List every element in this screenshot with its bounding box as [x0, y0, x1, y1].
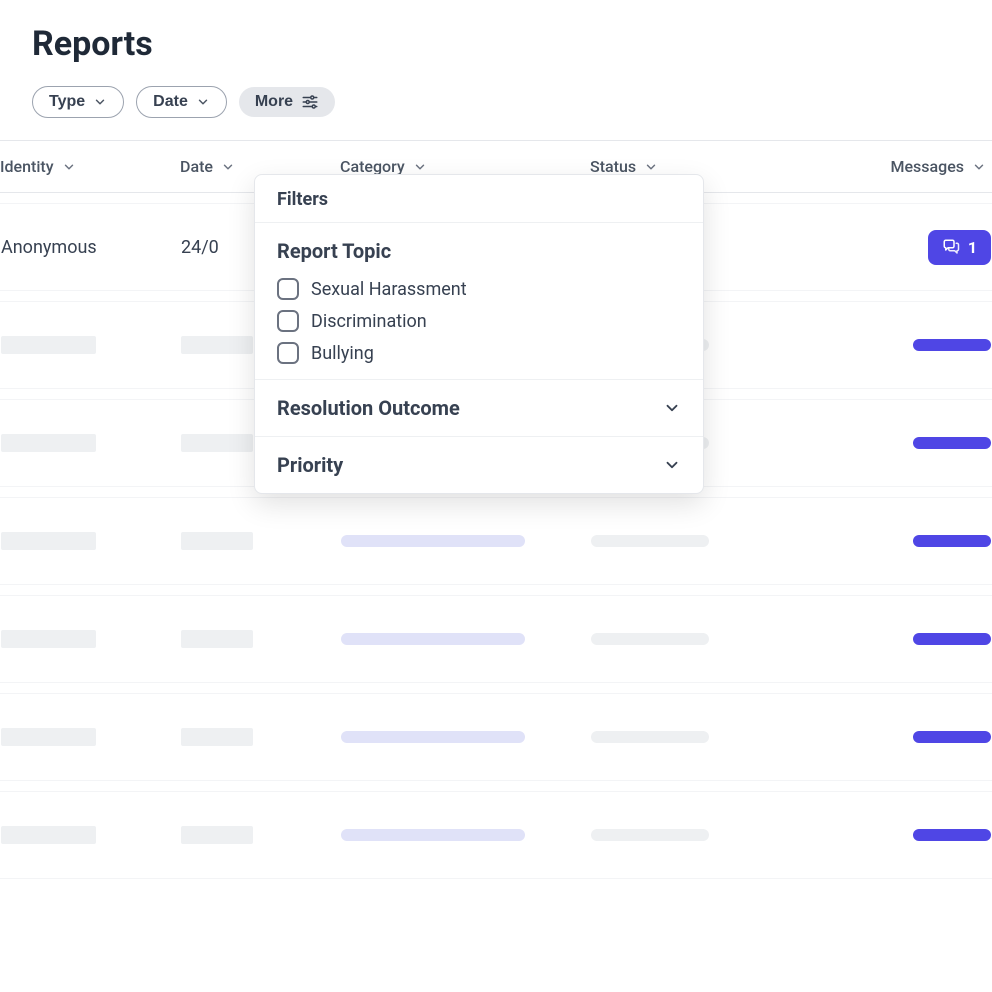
table-row-skeleton	[0, 693, 992, 781]
messages-count: 1	[968, 238, 977, 257]
filter-more-label: More	[255, 93, 293, 111]
chevron-down-icon	[221, 160, 235, 174]
filter-more-button[interactable]: More	[239, 87, 335, 117]
skeleton-placeholder	[341, 731, 525, 743]
checkbox-icon	[277, 310, 299, 332]
cell-identity: Anonymous	[1, 237, 181, 258]
filters-section-resolution-outcome[interactable]: Resolution Outcome	[255, 379, 703, 436]
filters-section-title: Priority	[277, 453, 343, 477]
messages-badge[interactable]: 1	[928, 230, 991, 265]
skeleton-placeholder	[1, 630, 96, 648]
skeleton-placeholder	[913, 633, 991, 645]
filters-section-report-topic: Report Topic Sexual Harassment Discrimin…	[255, 223, 703, 379]
column-header-messages[interactable]: Messages	[780, 157, 992, 176]
skeleton-placeholder	[181, 826, 253, 844]
chevron-down-icon	[413, 160, 427, 174]
filters-section-title: Resolution Outcome	[277, 396, 460, 420]
filter-date-label: Date	[153, 93, 188, 111]
table-row-skeleton	[0, 497, 992, 585]
skeleton-placeholder	[181, 336, 253, 354]
chevron-down-icon	[663, 399, 681, 417]
skeleton-placeholder	[591, 829, 709, 841]
filter-type-button[interactable]: Type	[32, 86, 124, 118]
filter-option-label: Sexual Harassment	[311, 279, 467, 300]
filters-popover: Filters Report Topic Sexual Harassment D…	[254, 174, 704, 494]
skeleton-placeholder	[1, 532, 96, 550]
skeleton-placeholder	[591, 535, 709, 547]
chevron-down-icon	[644, 160, 658, 174]
skeleton-placeholder	[913, 437, 991, 449]
skeleton-placeholder	[181, 532, 253, 550]
skeleton-placeholder	[181, 434, 253, 452]
skeleton-placeholder	[181, 728, 253, 746]
skeleton-placeholder	[1, 826, 96, 844]
filters-popover-title: Filters	[255, 175, 703, 223]
chevron-down-icon	[62, 160, 76, 174]
skeleton-placeholder	[913, 731, 991, 743]
chevron-down-icon	[196, 95, 210, 109]
table-row-skeleton	[0, 791, 992, 879]
skeleton-placeholder	[341, 829, 525, 841]
chat-icon	[942, 238, 960, 256]
skeleton-placeholder	[591, 633, 709, 645]
checkbox-icon	[277, 278, 299, 300]
column-header-date-label: Date	[180, 157, 213, 176]
filters-section-priority[interactable]: Priority	[255, 436, 703, 493]
chevron-down-icon	[663, 456, 681, 474]
skeleton-placeholder	[341, 633, 525, 645]
cell-messages: 1	[781, 230, 991, 265]
checkbox-icon	[277, 342, 299, 364]
skeleton-placeholder	[341, 535, 525, 547]
filter-option-discrimination[interactable]: Discrimination	[277, 305, 681, 337]
column-header-identity-label: Identity	[0, 157, 54, 176]
filter-type-label: Type	[49, 93, 85, 111]
filter-bar: Type Date More	[32, 86, 960, 118]
skeleton-placeholder	[1, 336, 96, 354]
chevron-down-icon	[972, 160, 986, 174]
skeleton-placeholder	[913, 339, 991, 351]
filter-option-label: Bullying	[311, 343, 374, 364]
filters-section-title: Report Topic	[277, 239, 681, 263]
sliders-icon	[301, 93, 319, 111]
skeleton-placeholder	[913, 535, 991, 547]
skeleton-placeholder	[181, 630, 253, 648]
filter-date-button[interactable]: Date	[136, 86, 227, 118]
filter-option-label: Discrimination	[311, 311, 427, 332]
skeleton-placeholder	[1, 434, 96, 452]
filter-option-sexual-harassment[interactable]: Sexual Harassment	[277, 273, 681, 305]
skeleton-placeholder	[1, 728, 96, 746]
table-row-skeleton	[0, 595, 992, 683]
skeleton-placeholder	[913, 829, 991, 841]
chevron-down-icon	[93, 95, 107, 109]
column-header-identity[interactable]: Identity	[0, 157, 180, 176]
skeleton-placeholder	[591, 731, 709, 743]
filter-option-bullying[interactable]: Bullying	[277, 337, 681, 369]
page-title: Reports	[32, 24, 960, 64]
column-header-messages-label: Messages	[890, 157, 964, 176]
